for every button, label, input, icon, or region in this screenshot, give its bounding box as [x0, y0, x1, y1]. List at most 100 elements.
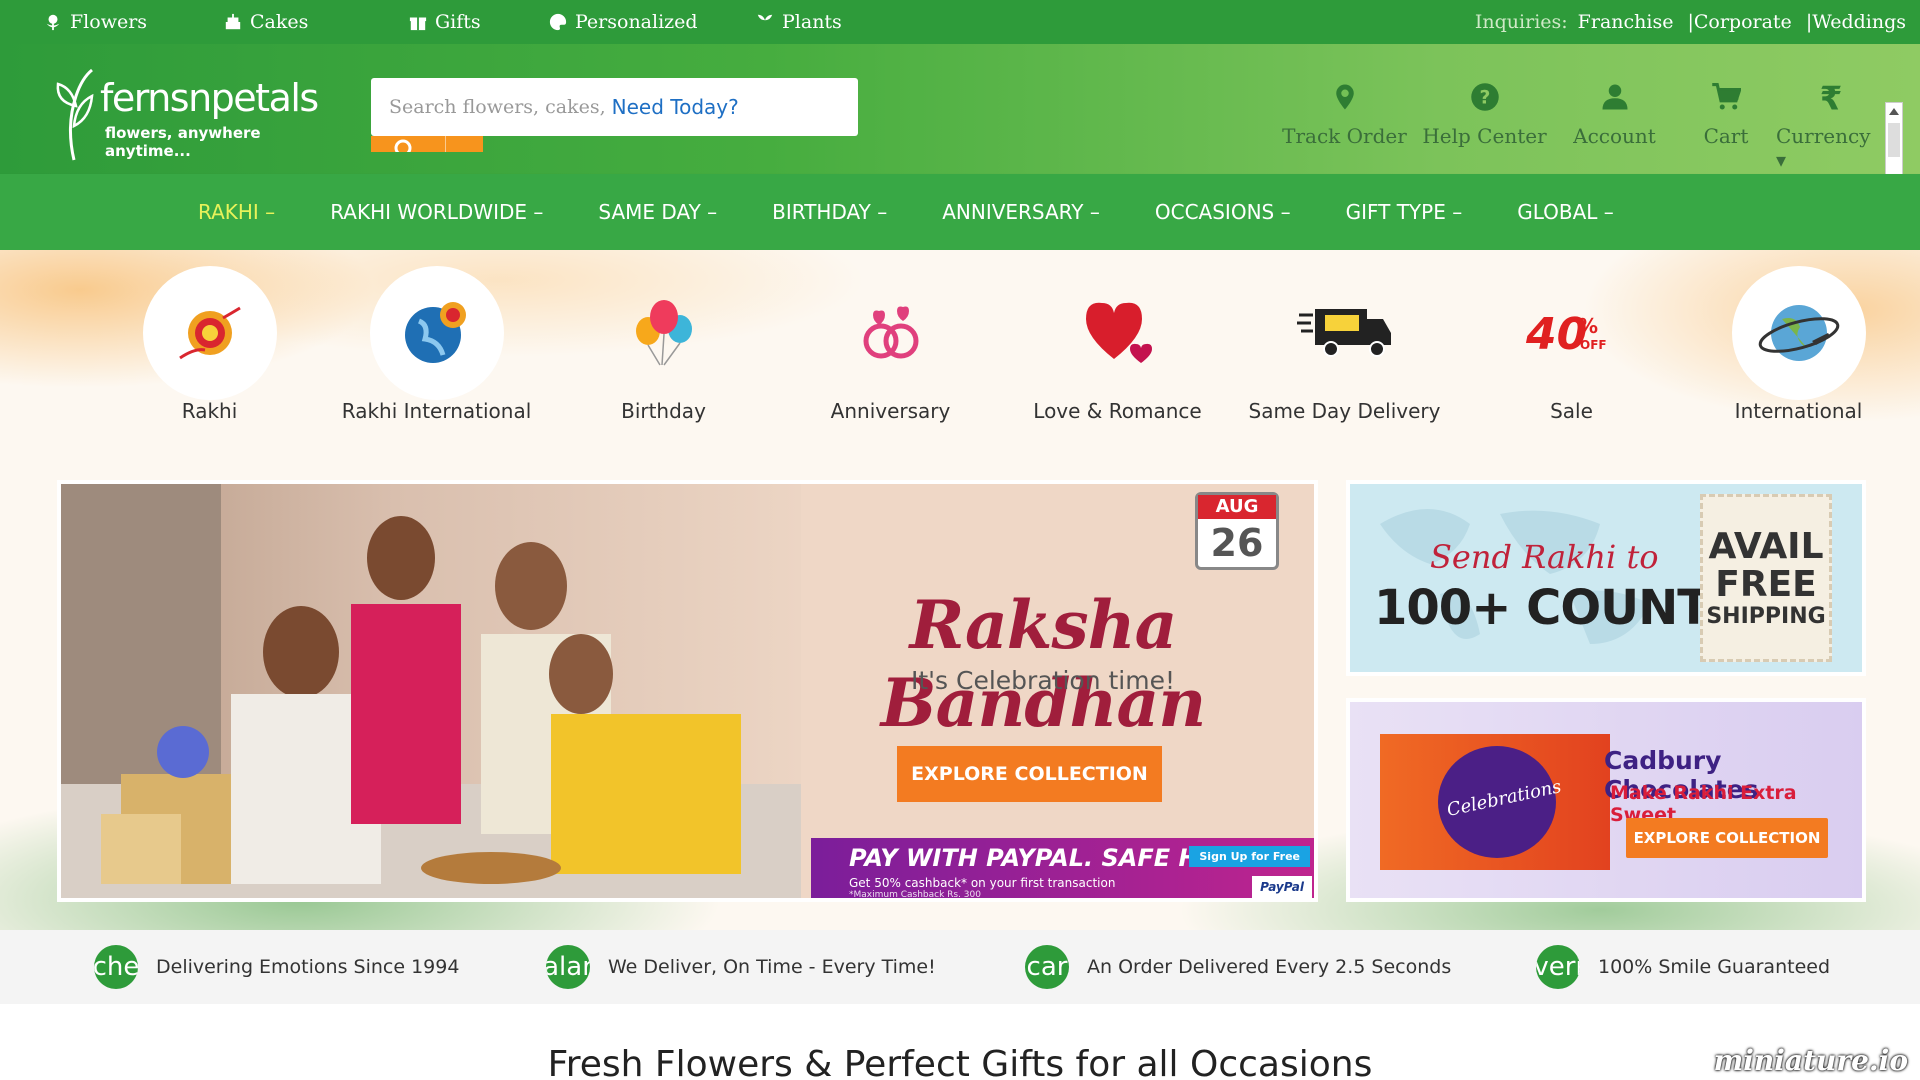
calendar-date-badge: AUG 26 — [1195, 492, 1279, 570]
svg-text:?: ? — [1479, 87, 1490, 108]
category-label: Rakhi International — [341, 399, 532, 423]
cart-label: Cart — [1703, 124, 1749, 148]
trust-item-order-delivered: car An Order Delivered Every 2.5 Seconds — [1025, 945, 1451, 989]
svg-text:OFF: OFF — [1580, 338, 1607, 352]
top-nav-label: Gifts — [435, 11, 481, 33]
cadbury-chocolates-banner[interactable]: Celebrations Cadbury Chocolates Make Rak… — [1346, 698, 1866, 902]
nav-birthday[interactable]: BIRTHDAY – — [772, 200, 887, 224]
top-nav-label: Cakes — [250, 11, 309, 33]
check-icon: che — [94, 945, 138, 989]
help-center-button[interactable]: ? Help Center — [1416, 82, 1553, 172]
user-icon — [1602, 84, 1627, 110]
account-label: Account — [1573, 124, 1656, 148]
cart-button[interactable]: Cart — [1676, 82, 1776, 172]
hero-explore-collection-button[interactable]: EXPLORE COLLECTION — [897, 746, 1162, 802]
nav-occasions[interactable]: OCCASIONS – — [1155, 200, 1291, 224]
anniversary-icon-circle — [824, 266, 958, 400]
celebrations-box-circle: Celebrations — [1438, 746, 1563, 858]
top-nav-flowers[interactable]: Flowers — [44, 11, 224, 33]
nav-anniversary[interactable]: ANNIVERSARY – — [942, 200, 1100, 224]
cadbury-explore-collection-button[interactable]: EXPLORE COLLECTION — [1626, 818, 1828, 858]
car-icon: car — [1025, 945, 1069, 989]
trust-label: 100% Smile Guaranteed — [1598, 956, 1831, 978]
trust-item-since-1994: che Delivering Emotions Since 1994 — [94, 945, 459, 989]
category-list: Rakhi Rakhi International Birthday Anniv… — [96, 266, 1912, 426]
love-romance-icon-circle — [1051, 266, 1185, 400]
rakhi-icon-circle — [142, 266, 277, 400]
top-nav-label: Flowers — [70, 11, 148, 33]
rings-icon — [863, 306, 918, 359]
nav-same-day[interactable]: SAME DAY – — [598, 200, 717, 224]
scroll-thumb[interactable] — [1888, 123, 1900, 157]
svg-text:₹: ₹ — [1820, 82, 1843, 112]
category-label: Rakhi — [181, 399, 238, 423]
trust-label: Delivering Emotions Since 1994 — [156, 956, 460, 978]
category-label: International — [1734, 399, 1863, 423]
site-header: fernsnpetals flowers, anywhere anytime..… — [0, 44, 1920, 202]
account-button[interactable]: Account — [1553, 82, 1676, 172]
fern-logo-icon — [56, 68, 94, 161]
calendar-month: AUG — [1198, 495, 1276, 519]
site-logo[interactable]: fernsnpetals flowers, anywhere anytime..… — [52, 62, 319, 162]
hearts-icon — [1085, 302, 1152, 363]
nav-global[interactable]: GLOBAL – — [1517, 200, 1614, 224]
international-icon-circle — [1731, 266, 1866, 400]
globe-rakhi-icon — [404, 302, 466, 363]
send-rakhi-countries-banner[interactable]: Send Rakhi to 100+ COUNTRIES AVAIL FREE … — [1346, 480, 1866, 676]
nav-rakhi-worldwide[interactable]: RAKHI WORLDWIDE – — [330, 200, 543, 224]
search-box[interactable]: Search flowers, cakes, Need Today? — [371, 78, 858, 136]
search-button[interactable] — [371, 136, 483, 152]
top-nav-gifts[interactable]: Gifts — [409, 11, 549, 33]
franchise-link[interactable]: Franchise — [1578, 11, 1674, 33]
nav-gift-type[interactable]: GIFT TYPE – — [1346, 200, 1463, 224]
top-nav-personalized[interactable]: Personalized — [549, 11, 756, 33]
celebrations-label: Celebrations — [1445, 776, 1564, 821]
inquiries-label: Inquiries: — [1474, 11, 1568, 33]
scroll-up-icon[interactable] — [1889, 108, 1899, 115]
category-love-romance[interactable]: Love & Romance — [1004, 266, 1231, 426]
top-nav-plants[interactable]: Plants — [756, 11, 876, 33]
rakhi-icon — [178, 306, 241, 360]
cart-icon — [1712, 82, 1741, 110]
category-same-day-delivery[interactable]: Same Day Delivery — [1231, 266, 1458, 426]
category-international[interactable]: International — [1685, 266, 1912, 426]
inquiries-links: Inquiries: Franchise |Corporate |Wedding… — [1475, 0, 1906, 44]
category-sale[interactable]: 40 % OFF Sale — [1458, 266, 1685, 426]
category-rakhi[interactable]: Rakhi — [96, 266, 323, 426]
stamp-text-free: FREE — [1715, 563, 1817, 605]
category-birthday[interactable]: Birthday — [550, 266, 777, 426]
paypal-promo-note: *Maximum Cashback Rs. 300 — [849, 890, 981, 900]
paypal-logo: PayPal — [1252, 876, 1312, 898]
plant-icon — [757, 14, 773, 31]
hero-banner-raksha-bandhan[interactable]: AUG 26 Raksha Bandhan It's Celebration t… — [57, 480, 1318, 902]
track-order-button[interactable]: Track Order — [1273, 82, 1416, 172]
category-label: Love & Romance — [1033, 399, 1202, 423]
help-icon: ? — [1470, 83, 1499, 111]
trust-item-on-time: alar We Deliver, On Time - Every Time! — [546, 945, 936, 989]
logo-wordmark: fernsnpetals — [100, 76, 319, 120]
rakhi-international-icon-circle — [369, 266, 504, 400]
track-order-label: Track Order — [1282, 124, 1407, 148]
need-today-link[interactable]: Need Today? — [612, 95, 739, 119]
top-nav-cakes[interactable]: Cakes — [224, 11, 409, 33]
sale-icon-circle: 40 % OFF — [1505, 266, 1639, 400]
verified-icon: veri — [1536, 945, 1580, 989]
paypal-signup-button[interactable]: Sign Up for Free — [1189, 846, 1310, 867]
main-navigation: RAKHI – RAKHI WORLDWIDE – SAME DAY – BIR… — [0, 174, 1920, 250]
balloons-icon — [635, 300, 692, 366]
nav-rakhi[interactable]: RAKHI – — [198, 200, 275, 224]
calendar-day: 26 — [1210, 521, 1264, 565]
currency-selector[interactable]: ₹ Currency ▾ — [1776, 82, 1886, 172]
trust-label: An Order Delivered Every 2.5 Seconds — [1087, 956, 1452, 978]
weddings-link[interactable]: |Weddings — [1806, 11, 1906, 33]
corporate-link[interactable]: |Corporate — [1687, 11, 1791, 33]
category-anniversary[interactable]: Anniversary — [777, 266, 1004, 426]
category-label: Same Day Delivery — [1248, 399, 1441, 423]
category-rakhi-international[interactable]: Rakhi International — [323, 266, 550, 426]
top-nav-label: Plants — [782, 11, 842, 33]
category-label: Sale — [1550, 399, 1593, 423]
trust-label: We Deliver, On Time - Every Time! — [608, 956, 936, 978]
search-input-placeholder[interactable]: Search flowers, cakes, — [389, 96, 606, 118]
hero-subtitle: It's Celebration time! — [911, 666, 1175, 695]
paypal-promo-strip[interactable]: PAY WITH PAYPAL. SAFE HAI. Get 50% cashb… — [811, 838, 1314, 900]
